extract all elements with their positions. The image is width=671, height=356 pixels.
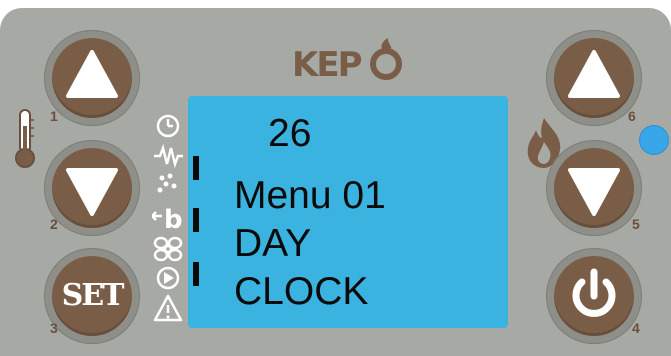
button-number-5: 5 [632, 216, 640, 232]
arrow-down-icon [66, 168, 118, 216]
button-number-3: 3 [50, 320, 58, 336]
arrow-up-icon [568, 50, 620, 98]
status-led [640, 126, 668, 154]
up-left-button-ring [44, 30, 140, 126]
brand-logo: KEP [292, 38, 412, 88]
power-button[interactable] [554, 256, 634, 336]
arrow-up-icon [66, 50, 118, 98]
lcd-day-line: DAY [234, 222, 312, 265]
button-number-1: 1 [50, 108, 58, 124]
button-number-2: 2 [50, 216, 58, 232]
pellets-icon [157, 173, 177, 193]
set-button-ring: SET [44, 248, 140, 344]
svg-text:KEP: KEP [292, 45, 362, 85]
power-icon [572, 268, 616, 317]
lcd-clock-line: CLOCK [234, 270, 369, 313]
thermometer-icon [15, 109, 35, 168]
set-button[interactable]: SET [52, 256, 132, 336]
down-right-button-ring [546, 140, 642, 236]
up-right-button[interactable] [554, 38, 634, 118]
button-number-6: 6 [628, 108, 636, 124]
lcd-menu-line: Menu 01 [234, 174, 386, 217]
pump-icon: b [152, 205, 183, 235]
warning-icon [153, 294, 183, 322]
down-right-button[interactable] [554, 148, 634, 228]
lcd-display: 26 Menu 01 DAY CLOCK [188, 96, 508, 328]
lcd-line-marker [193, 156, 199, 180]
clock-icon [156, 114, 180, 138]
button-number-4: 4 [632, 320, 640, 336]
lcd-line-marker [193, 208, 199, 232]
arrow-down-icon [568, 168, 620, 216]
down-left-button-ring [44, 140, 140, 236]
status-icons-column: b [152, 114, 183, 322]
set-button-label: SET [61, 278, 125, 313]
play-icon [156, 266, 180, 290]
lcd-line-marker [193, 262, 199, 286]
fan-icon [153, 236, 183, 262]
svg-text:b: b [164, 205, 183, 235]
down-left-button[interactable] [52, 148, 132, 228]
lcd-value: 26 [268, 112, 312, 155]
up-left-button[interactable] [52, 38, 132, 118]
heater-icon [154, 143, 183, 169]
power-button-ring [546, 248, 642, 344]
control-panel: KEP 1 2 SET 3 b 26 Menu 01 DAY CLOCK 6 5… [0, 8, 671, 356]
